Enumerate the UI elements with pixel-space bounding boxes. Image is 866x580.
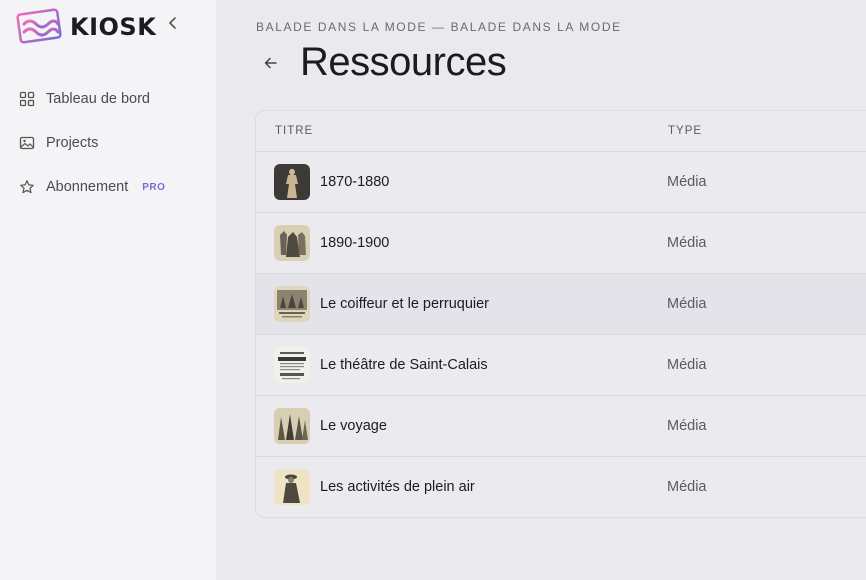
sidebar: KIOSK Tableau de bord Projects Abonnemen…: [0, 0, 216, 580]
app-name: KIOSK: [70, 13, 157, 41]
table-row[interactable]: 1890-1900 Média: [256, 213, 866, 274]
row-title: Le voyage: [320, 418, 387, 434]
table-row[interactable]: Le voyage Média: [256, 396, 866, 457]
table-header: TITRE TYPE: [256, 111, 866, 152]
sidebar-item-abonnement[interactable]: Abonnement PRO: [0, 172, 216, 202]
sidebar-item-label: Projects: [46, 135, 99, 151]
table-row[interactable]: 1870-1880 Média: [256, 152, 866, 213]
arrow-left-icon: [264, 57, 277, 69]
row-title: Le coiffeur et le perruquier: [320, 296, 490, 312]
row-title: Le théâtre de Saint-Calais: [320, 357, 488, 373]
dress-photo-thumbnail: [274, 164, 310, 200]
row-type: Média: [667, 479, 707, 495]
sidebar-item-tableau-de-bord[interactable]: Tableau de bord: [0, 84, 216, 114]
row-type: Média: [667, 296, 707, 312]
column-header-type[interactable]: TYPE: [668, 125, 702, 137]
row-type: Média: [667, 235, 707, 251]
sidebar-nav: Tableau de bord Projects Abonnement PRO: [0, 84, 216, 216]
engraving-thumbnail: [274, 286, 310, 322]
table-row[interactable]: Les activités de plein air Média: [256, 457, 866, 517]
chevron-left-icon: [169, 17, 176, 29]
main-content: BALADE DANS LA MODE — BALADE DANS LA MOD…: [216, 0, 866, 580]
back-button[interactable]: [260, 52, 282, 74]
column-header-title[interactable]: TITRE: [275, 125, 313, 137]
kiosk-logo-icon: [16, 8, 62, 44]
sidebar-item-label: Tableau de bord: [46, 91, 150, 107]
sidebar-item-projects[interactable]: Projects: [0, 128, 216, 158]
row-title: 1870-1880: [320, 174, 390, 190]
breadcrumb: BALADE DANS LA MODE — BALADE DANS LA MOD…: [256, 20, 622, 34]
pro-badge: PRO: [142, 181, 166, 193]
table-row[interactable]: Le coiffeur et le perruquier Média: [256, 274, 866, 335]
image-icon: [19, 136, 35, 150]
table-row[interactable]: Le théâtre de Saint-Calais Média: [256, 335, 866, 396]
collapse-sidebar-button[interactable]: [164, 16, 182, 36]
fashion-engraving-thumbnail: [274, 225, 310, 261]
resources-table: TITRE TYPE 1870-1880 Média 1890-1900 Méd…: [255, 110, 866, 518]
engraving-thumbnail: [274, 408, 310, 444]
page-title: Ressources: [300, 40, 507, 84]
row-type: Média: [667, 174, 707, 190]
row-title: Les activités de plein air: [320, 479, 475, 495]
row-type: Média: [667, 418, 707, 434]
row-title: 1890-1900: [320, 235, 390, 251]
row-type: Média: [667, 357, 707, 373]
sidebar-item-label: Abonnement: [46, 179, 129, 195]
app-logo[interactable]: KIOSK: [16, 8, 156, 46]
engraving-thumbnail: [274, 469, 310, 505]
grid-icon: [19, 91, 35, 107]
star-icon: [20, 180, 34, 194]
document-thumbnail: [274, 347, 310, 383]
